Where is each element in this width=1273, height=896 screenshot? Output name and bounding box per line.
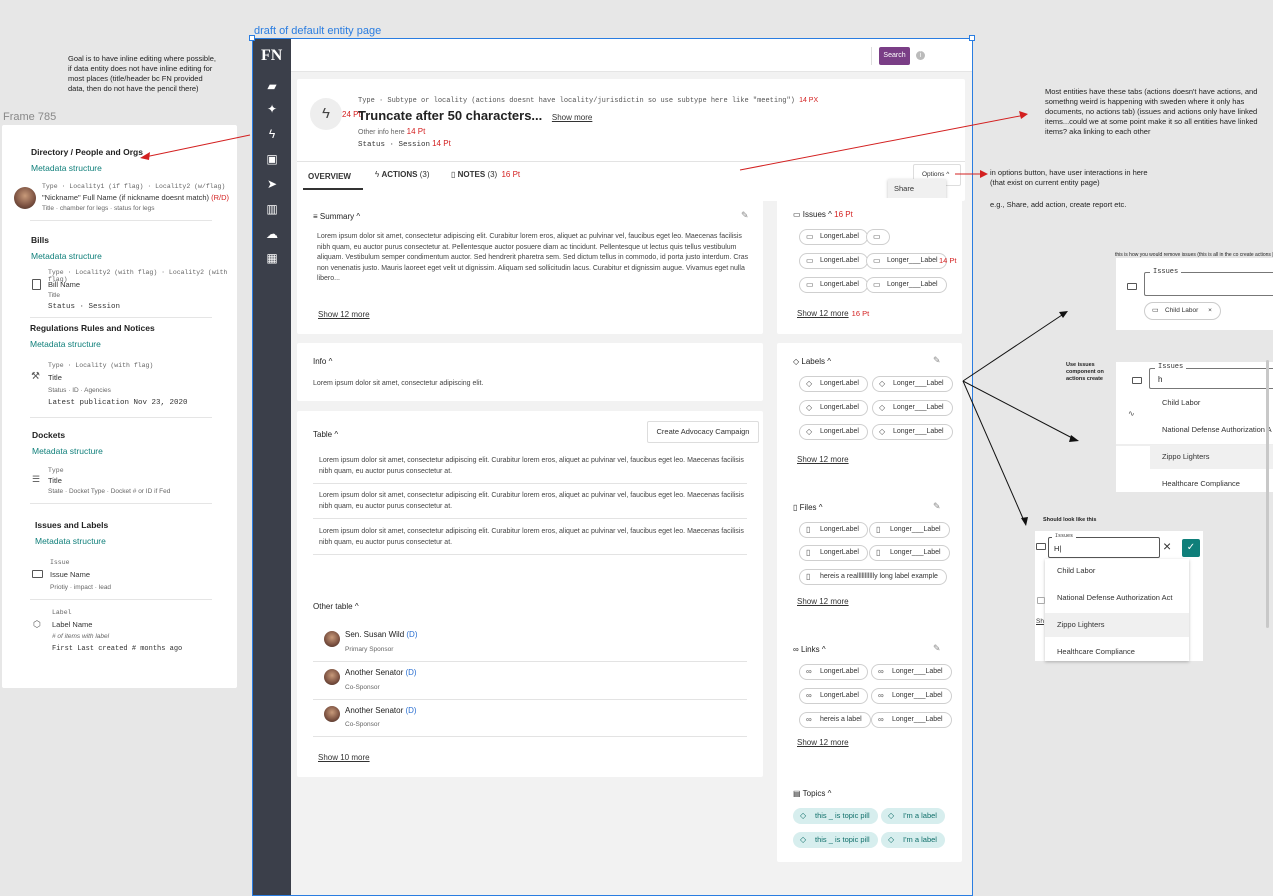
final-dropdown: Child Labor National Defense Authorizati… (1045, 559, 1189, 661)
folder-icon (1132, 377, 1142, 384)
show-fragment: Sh (1036, 618, 1044, 625)
dropdown-option-hover[interactable]: Zippo Lighters (1045, 613, 1189, 637)
issues-field-legend: Issues (1150, 268, 1182, 276)
dropdown-option[interactable]: Child Labor (1150, 391, 1273, 415)
should-look-note: Should look like this (1043, 517, 1097, 523)
search-value: h (1158, 375, 1163, 384)
close-icon[interactable]: × (1163, 538, 1171, 554)
issues-dropdown-frame: Issues h ∿ Child Labor National Defense … (1116, 362, 1273, 492)
options-note-example: e.g., Share, add action, create report e… (990, 200, 1127, 209)
dropdown-option[interactable]: Healthcare Compliance (1045, 640, 1189, 661)
dropdown-option[interactable]: Healthcare Compliance (1150, 472, 1273, 492)
scrollbar[interactable] (1266, 360, 1269, 628)
issues-search-input[interactable] (1149, 368, 1273, 389)
folder-icon (1036, 543, 1046, 550)
wave-icon: ∿ (1128, 409, 1135, 418)
check-button[interactable]: ✓ (1182, 539, 1200, 557)
folder-icon: ▭ (1152, 307, 1159, 314)
issues-field-legend: Issues (1155, 363, 1187, 371)
dropdown-option[interactable]: Child Labor (1045, 559, 1189, 583)
tabs-note: Most entities have these tabs (actions d… (1045, 87, 1258, 136)
issue-chip[interactable]: ▭ Child Labor × (1144, 302, 1221, 320)
dropdown-option[interactable]: National Defense Authorization A (1150, 418, 1273, 442)
issues-search-input[interactable] (1048, 537, 1160, 558)
folder-icon (1127, 283, 1137, 290)
dropdown-option-hover[interactable]: Zippo Lighters (1150, 445, 1273, 469)
search-value: H| (1054, 544, 1062, 553)
dropdown-option[interactable]: National Defense Authorization Act (1045, 586, 1189, 610)
chip-label: Child Labor (1165, 307, 1199, 314)
close-icon[interactable]: × (1208, 307, 1212, 314)
issues-field-legend: Issues (1052, 533, 1077, 539)
issues-final-frame: Issues H| × ✓ Child Labor National Defen… (1035, 531, 1203, 661)
issues-component-frame: Issues ▭ Child Labor × (1116, 258, 1273, 330)
options-note: in options button, have user interaction… (990, 168, 1148, 187)
folder-icon (1037, 597, 1045, 604)
use-issues-note: Use issues component on actions create (1066, 362, 1104, 382)
